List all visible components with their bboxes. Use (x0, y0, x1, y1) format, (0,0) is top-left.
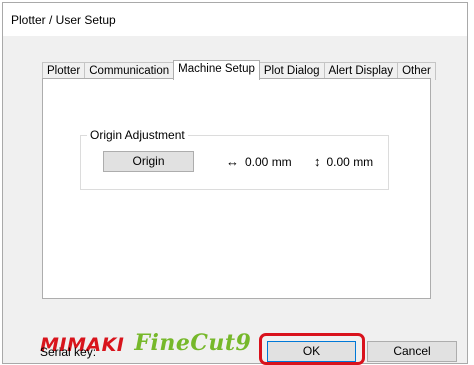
finecut-logo-text: FineCut9 (134, 330, 252, 356)
origin-button[interactable]: Origin (103, 151, 194, 172)
window-title: Plotter / User Setup (11, 12, 116, 27)
x-offset-readout: ↔ 0.00 mm (226, 151, 292, 172)
x-offset-value: 0.00 mm (245, 155, 292, 169)
serial-key-label: Serial key: (40, 345, 97, 359)
origin-adjustment-label: Origin Adjustment (87, 128, 188, 142)
title-bar: Plotter / User Setup (3, 3, 467, 36)
vertical-arrow-icon: ↕ (314, 154, 321, 169)
tab-machine-setup[interactable]: Machine Setup (173, 60, 260, 80)
y-offset-value: 0.00 mm (326, 155, 374, 169)
ok-button-highlight (259, 333, 365, 365)
origin-adjustment-group: Origin Adjustment Origin ↔ 0.00 mm ↕ 0.00 … (80, 128, 389, 190)
cancel-button[interactable]: Cancel (367, 341, 457, 362)
tab-strip: Plotter Communication Machine Setup Plot… (42, 60, 436, 80)
y-offset-readout: ↕ 0.00 mm (314, 151, 373, 172)
horizontal-arrow-icon: ↔ (226, 154, 239, 169)
machine-setup-panel: Origin Adjustment Origin ↔ 0.00 mm ↕ 0.00 … (42, 78, 431, 299)
plotter-user-setup-dialog: Plotter / User Setup Plotter Communicati… (2, 2, 468, 364)
